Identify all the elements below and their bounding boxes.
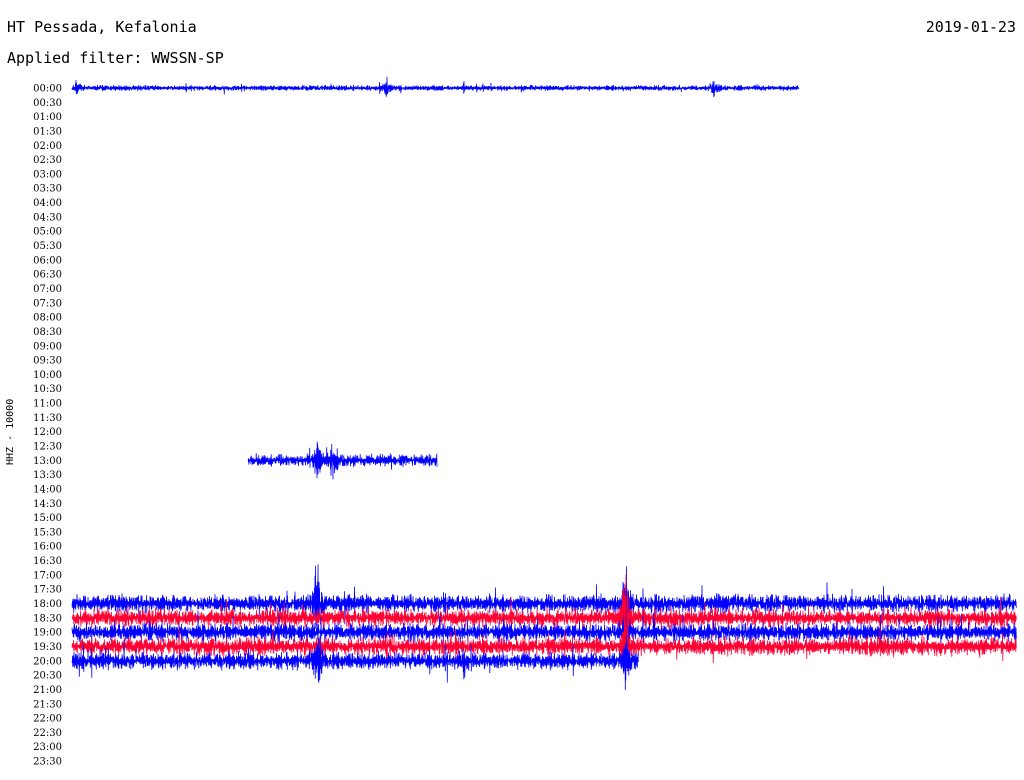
hour-tick-label: 12:00 [33,427,62,438]
hour-tick-label: 16:30 [33,556,62,567]
hour-tick-label: 23:00 [33,742,62,753]
hour-tick-label: 10:00 [33,370,62,381]
trace-1300 [247,441,438,480]
hour-tick-label: 22:30 [33,728,62,739]
hour-tick-label: 08:00 [33,313,62,324]
hour-tick-label: 04:00 [33,198,62,209]
hour-tick-label: 05:00 [33,227,62,238]
hour-tick-labels: 00:00 00:30 01:00 01:30 02:00 02:30 03:00 03:30… [33,84,62,768]
seismic-traces [71,76,1017,691]
hour-tick-label: 20:00 [33,656,62,667]
hour-tick-label: 01:00 [33,112,62,123]
hour-tick-label: 08:30 [33,327,62,338]
hour-tick-label: 03:30 [33,184,62,195]
hour-tick-label: 00:30 [33,98,62,109]
hour-tick-label: 11:30 [33,413,62,424]
hour-tick-label: 14:00 [33,484,62,495]
hour-tick-label: 13:00 [33,456,62,467]
seismogram-plot: 00:00 00:30 01:00 01:30 02:00 02:30 03:00 03:30… [33,76,1017,768]
hour-tick-label: 03:00 [33,169,62,180]
hour-tick-label: 09:00 [33,341,62,352]
hour-tick-label: 10:30 [33,384,62,395]
hour-tick-label: 07:30 [33,298,62,309]
trace-0000 [71,76,800,98]
hour-tick-label: 17:00 [33,570,62,581]
hour-tick-label: 14:30 [33,499,62,510]
hour-tick-label: 21:00 [33,685,62,696]
hour-tick-label: 04:30 [33,212,62,223]
hour-tick-label: 00:00 [33,84,62,95]
hour-tick-label: 18:30 [33,613,62,624]
hour-tick-label: 06:30 [33,270,62,281]
hour-tick-label: 23:30 [33,757,62,768]
hour-tick-label: 19:30 [33,642,62,653]
hour-tick-label: 05:30 [33,241,62,252]
hour-tick-label: 20:30 [33,671,62,682]
hour-tick-label: 11:00 [33,399,62,410]
hour-tick-label: 22:00 [33,714,62,725]
hour-tick-label: 09:30 [33,356,62,367]
hour-tick-label: 01:30 [33,126,62,137]
hour-tick-label: 17:30 [33,585,62,596]
hour-tick-label: 15:00 [33,513,62,524]
hour-tick-label: 16:00 [33,542,62,553]
hour-tick-label: 21:30 [33,699,62,710]
hour-tick-label: 18:00 [33,599,62,610]
hour-tick-label: 07:00 [33,284,62,295]
hour-tick-label: 19:00 [33,628,62,639]
hour-tick-label: 02:00 [33,141,62,152]
hour-tick-label: 02:30 [33,155,62,166]
hour-tick-label: 13:30 [33,470,62,481]
hour-tick-label: 15:30 [33,527,62,538]
hour-tick-label: 12:30 [33,442,62,453]
hour-tick-label: 06:00 [33,255,62,266]
